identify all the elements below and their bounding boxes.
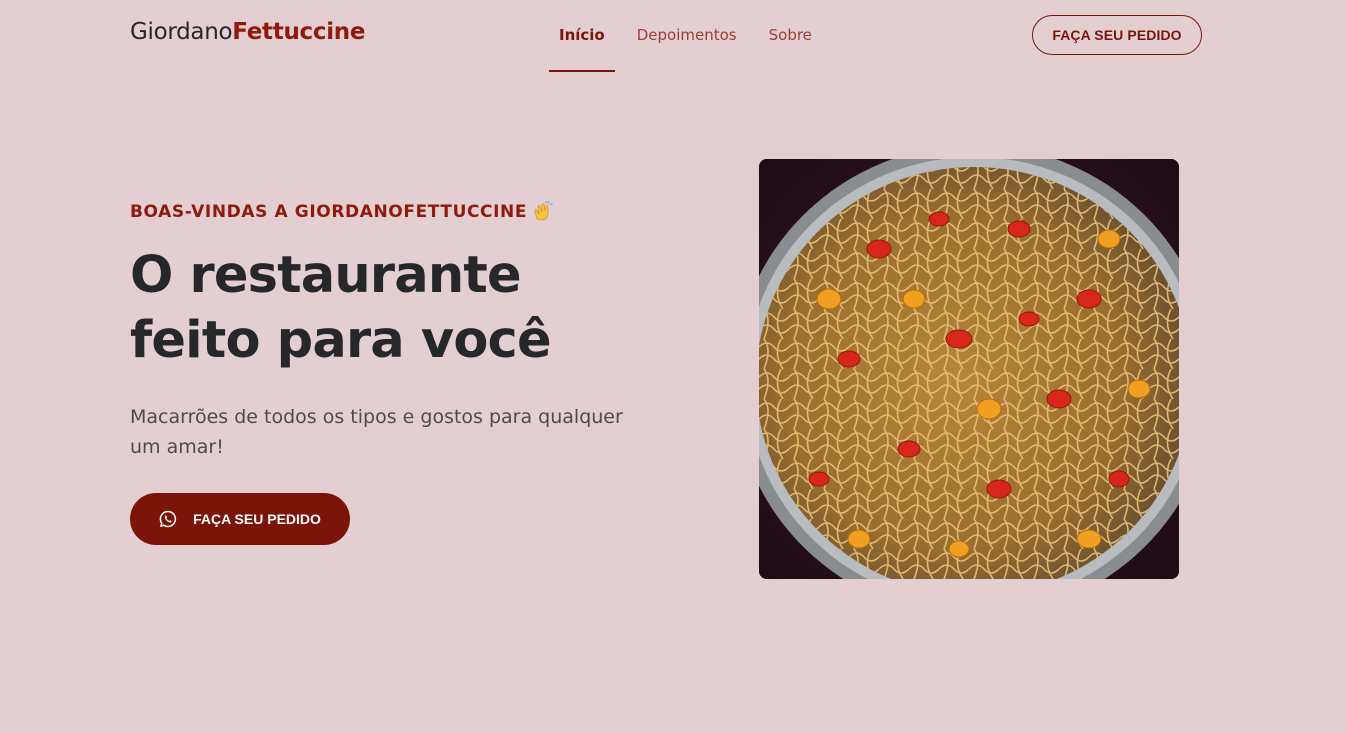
hero-subtitle: Macarrões de todos os tipos e gostos par… — [130, 406, 623, 458]
whatsapp-icon — [159, 510, 177, 528]
hero-order-button[interactable]: FAÇA SEU PEDIDO — [130, 493, 350, 545]
site-header: GiordanoFettuccine Início Depoimentos So… — [0, 0, 1346, 72]
nav-item-inicio[interactable]: Início — [549, 0, 615, 72]
nav-item-sobre[interactable]: Sobre — [759, 0, 822, 72]
logo-part2: Fettuccine — [232, 19, 366, 45]
hero-order-button-label: FAÇA SEU PEDIDO — [193, 511, 321, 527]
welcome-text: BOAS-VINDAS A GIORDANOFETTUCCINE — [130, 202, 528, 222]
logo-part1: Giordano — [130, 19, 233, 45]
hero-text: BOAS-VINDAS A GIORDANOFETTUCCINE O resta… — [130, 198, 650, 462]
welcome-heading: BOAS-VINDAS A GIORDANOFETTUCCINE — [130, 198, 650, 226]
main-nav: Início Depoimentos Sobre — [549, 0, 834, 72]
clapping-hands-icon — [531, 200, 553, 223]
hero-title: O restaurante feito para você — [130, 246, 552, 370]
logo[interactable]: GiordanoFettuccine — [130, 19, 365, 45]
dish-image — [759, 159, 1179, 579]
header-order-button[interactable]: FAÇA SEU PEDIDO — [1032, 15, 1202, 55]
nav-item-depoimentos[interactable]: Depoimentos — [627, 0, 747, 72]
